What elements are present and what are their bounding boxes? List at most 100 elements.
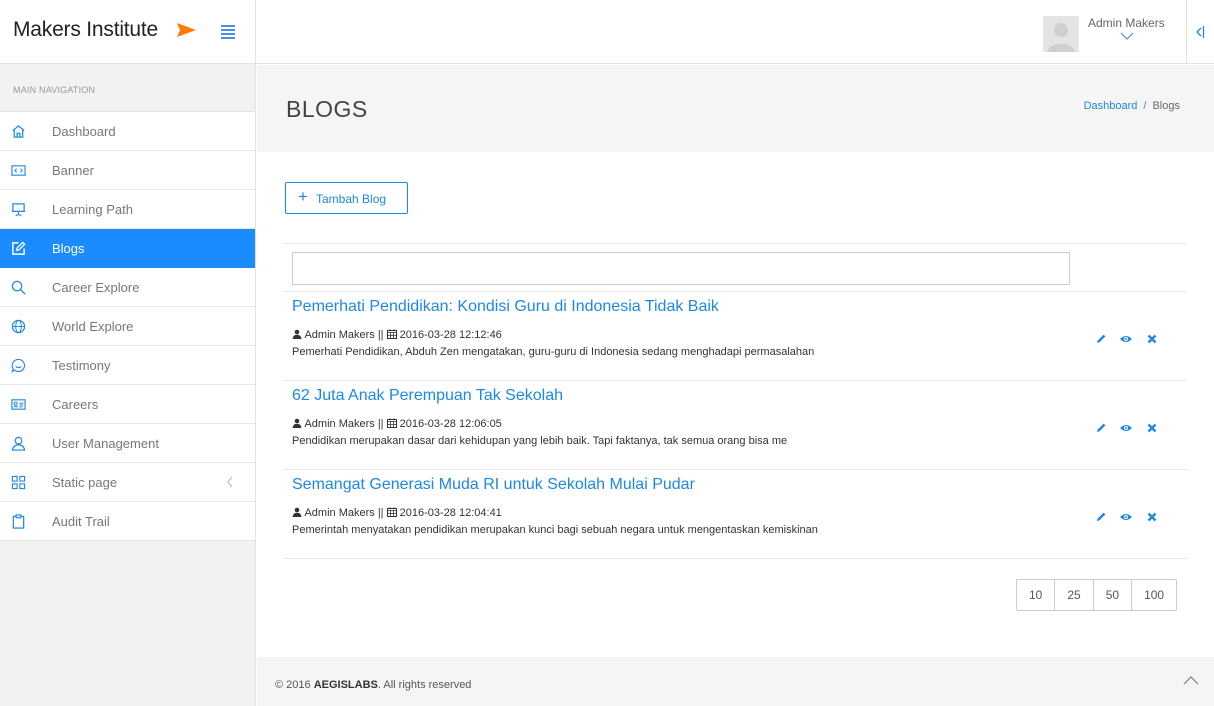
avatar	[1043, 16, 1079, 52]
home-icon	[12, 125, 25, 138]
edit-icon	[12, 241, 26, 255]
user-icon	[11, 436, 26, 451]
brand-name[interactable]: Makers Institute	[13, 18, 158, 42]
sidebar-item-label: Banner	[52, 163, 94, 178]
add-blog-button[interactable]: + Tambah Blog	[285, 182, 408, 214]
sidebar-item-static-page[interactable]: Static page	[0, 463, 255, 502]
blog-table: Pemerhati Pendidikan: Kondisi Guru di In…	[284, 243, 1187, 559]
sidebar-item-label: Dashboard	[52, 124, 116, 139]
code-icon	[11, 165, 26, 176]
table-row: 62 Juta Anak Perempuan Tak Sekolah Admin…	[284, 381, 1187, 470]
brand-arrow-icon	[177, 23, 196, 37]
row-actions	[1094, 330, 1166, 344]
blog-title-link[interactable]: Pemerhati Pendidikan: Kondisi Guru di In…	[292, 298, 719, 316]
blog-date: 2016-03-28 12:04:41	[399, 507, 502, 519]
row-actions	[1094, 419, 1166, 433]
user-icon	[292, 418, 302, 428]
user-name: Admin Makers	[1088, 16, 1165, 30]
add-blog-label: Tambah Blog	[316, 192, 387, 206]
brand: Makers Institute	[0, 0, 256, 64]
breadcrumb-current: Blogs	[1152, 100, 1180, 112]
edit-pencil-icon[interactable]	[1094, 332, 1108, 346]
blog-meta: Admin Makers || 2016-03-28 12:06:05	[292, 418, 502, 430]
right-panel-toggle[interactable]	[1186, 0, 1214, 64]
sidebar-item-audit-trail[interactable]: Audit Trail	[0, 502, 255, 541]
main-content: + Tambah Blog Pemerhati Pendidikan: Kond…	[257, 152, 1214, 654]
top-header: Makers Institute Admin Makers	[0, 0, 1214, 64]
sidebar-item-user-management[interactable]: User Management	[0, 424, 255, 463]
nav-list: Dashboard Banner Learning Path Blogs Car…	[0, 112, 255, 541]
breadcrumb-separator: /	[1143, 100, 1147, 112]
calendar-icon	[386, 507, 397, 517]
sidebar-item-label: Audit Trail	[52, 514, 110, 529]
chevron-left-icon	[227, 476, 233, 488]
chevron-up-icon[interactable]	[1183, 675, 1199, 685]
view-eye-icon[interactable]	[1119, 510, 1133, 524]
search-input[interactable]	[292, 252, 1070, 285]
sidebar-item-label: Testimony	[52, 358, 111, 373]
rights-text: . All rights reserved	[377, 679, 472, 691]
sidebar-item-career-explore[interactable]: Career Explore	[0, 268, 255, 307]
blog-excerpt: Pemerhati Pendidikan, Abduh Zen mengatak…	[292, 346, 815, 358]
search-icon	[11, 280, 26, 295]
calendar-icon	[386, 329, 397, 339]
delete-x-icon[interactable]	[1145, 421, 1159, 435]
page-size-option[interactable]: 10	[1017, 580, 1056, 610]
id-card-icon	[11, 399, 26, 410]
delete-x-icon[interactable]	[1145, 332, 1159, 346]
presentation-icon	[11, 203, 26, 217]
sidebar-item-label: Careers	[52, 397, 99, 412]
sidebar-item-careers[interactable]: Careers	[0, 385, 255, 424]
meta-separator: ||	[377, 418, 384, 430]
page-size-option[interactable]: 100	[1132, 580, 1176, 610]
menu-toggle-icon[interactable]	[221, 25, 235, 39]
edit-pencil-icon[interactable]	[1094, 510, 1108, 524]
blog-author: Admin Makers	[304, 418, 375, 430]
user-icon	[292, 507, 302, 517]
company-name: AEGISLABS	[313, 679, 378, 691]
blog-title-link[interactable]: Semangat Generasi Muda RI untuk Sekolah …	[292, 476, 695, 494]
footer-copyright: © 2016 AEGISLABS. All rights reserved	[275, 679, 471, 691]
page-size-selector: 10 25 50 100	[1016, 579, 1178, 611]
sidebar-item-world-explore[interactable]: World Explore	[0, 307, 255, 346]
copyright-year: © 2016	[275, 679, 311, 691]
user-icon	[292, 329, 302, 339]
sidebar: MAIN NAVIGATION Dashboard Banner Learnin…	[0, 64, 256, 706]
content-header: BLOGS Dashboard / Blogs	[257, 65, 1214, 152]
sidebar-item-learning-path[interactable]: Learning Path	[0, 190, 255, 229]
sidebar-item-label: World Explore	[52, 319, 134, 334]
clipboard-icon	[12, 514, 25, 529]
sidebar-item-banner[interactable]: Banner	[0, 151, 255, 190]
edit-pencil-icon[interactable]	[1094, 421, 1108, 435]
sidebar-item-dashboard[interactable]: Dashboard	[0, 112, 255, 151]
blog-excerpt: Pemerintah menyatakan pendidikan merupak…	[292, 524, 818, 536]
nav-heading: MAIN NAVIGATION	[0, 64, 255, 112]
sidebar-item-label: Career Explore	[52, 280, 140, 295]
grid-icon	[11, 475, 26, 490]
collapse-icon	[1196, 26, 1205, 38]
page-title: BLOGS	[286, 96, 368, 122]
user-menu[interactable]: Admin Makers	[1043, 12, 1178, 52]
meta-separator: ||	[377, 507, 384, 519]
sidebar-item-blogs[interactable]: Blogs	[0, 229, 255, 268]
page-size-option[interactable]: 25	[1055, 580, 1094, 610]
chevron-down-icon	[1120, 32, 1134, 40]
meta-separator: ||	[377, 329, 384, 341]
footer: © 2016 AEGISLABS. All rights reserved	[257, 654, 1214, 706]
view-eye-icon[interactable]	[1119, 332, 1133, 346]
view-eye-icon[interactable]	[1119, 421, 1133, 435]
search-row	[284, 243, 1187, 292]
breadcrumb-dashboard-link[interactable]: Dashboard	[1084, 100, 1138, 112]
blog-author: Admin Makers	[304, 329, 375, 341]
delete-x-icon[interactable]	[1145, 510, 1159, 524]
blog-excerpt: Pendidikan merupakan dasar dari kehidupa…	[292, 435, 788, 447]
page-size-option[interactable]: 50	[1094, 580, 1133, 610]
blog-title-link[interactable]: 62 Juta Anak Perempuan Tak Sekolah	[292, 387, 563, 405]
blog-author: Admin Makers	[304, 507, 375, 519]
sidebar-item-label: User Management	[52, 436, 159, 451]
row-actions	[1094, 508, 1166, 522]
blog-meta: Admin Makers || 2016-03-28 12:12:46	[292, 329, 502, 341]
sidebar-item-label: Blogs	[52, 241, 85, 256]
sidebar-item-testimony[interactable]: Testimony	[0, 346, 255, 385]
plus-icon: +	[298, 187, 308, 206]
